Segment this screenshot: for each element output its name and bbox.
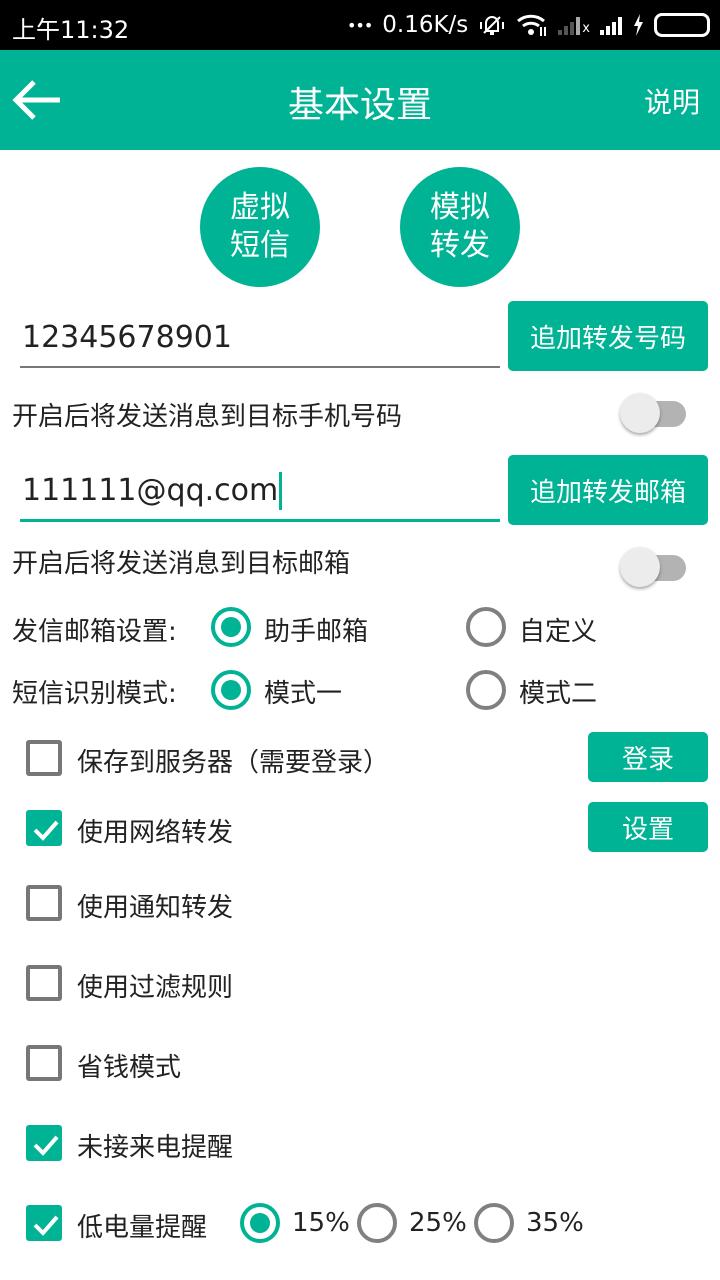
text-caret [279,471,283,510]
virtual-sms-line1: 虚拟 [230,190,290,225]
checkbox-save-money-mode[interactable] [26,1045,62,1081]
radio-battery-35[interactable] [474,1203,514,1243]
simulate-forward-button[interactable]: 模拟 转发 [400,167,520,287]
phone-number-value: 12345678901 [22,319,232,355]
radio-mode-one[interactable] [211,670,251,710]
status-time: 上午11:32 [12,16,130,44]
add-forward-number-button[interactable]: 追加转发号码 [508,301,708,371]
login-button[interactable]: 登录 [588,732,708,782]
radio-battery-25[interactable] [357,1203,397,1243]
net-speed: 0.16K/s [382,12,469,38]
network-forward-label: 使用网络转发 [77,818,234,848]
radio-battery-15-label: 15% [292,1208,350,1238]
checkbox-missed-call-alert[interactable] [26,1125,62,1161]
wifi-icon [516,12,548,38]
add-forward-email-button[interactable]: 追加转发邮箱 [508,455,708,525]
missed-call-alert-label: 未接来电提醒 [77,1133,234,1163]
checkbox-notification-forward[interactable] [26,885,62,921]
radio-mode-one-label: 模式一 [264,679,343,709]
phone-number-input[interactable]: 12345678901 [20,308,500,368]
battery-icon [654,13,710,37]
signal-off-icon: x [558,15,590,35]
checkbox-save-to-server[interactable] [26,740,62,776]
charging-icon [632,13,644,37]
sms-mode-label: 短信识别模式: [12,679,177,709]
app-bar: 基本设置 说明 [0,50,720,150]
status-bar: 上午11:32 ••• 0.16K/s x [0,0,720,50]
toggle-thumb [620,393,660,433]
network-settings-button[interactable]: 设置 [588,802,708,852]
save-to-server-label: 保存到服务器（需要登录） [77,748,390,778]
checkbox-low-battery-alert[interactable] [26,1205,62,1241]
email-input[interactable]: 111111@qq.com [20,462,500,522]
radio-battery-25-label: 25% [409,1208,467,1238]
virtual-sms-button[interactable]: 虚拟 短信 [200,167,320,287]
checkbox-network-forward[interactable] [26,810,62,846]
help-button[interactable]: 说明 [644,81,700,121]
simulate-forward-line1: 模拟 [430,190,490,225]
email-value: 111111@qq.com [22,473,279,508]
email-toggle-label: 开启后将发送消息到目标邮箱 [12,549,351,579]
radio-custom-mailbox[interactable] [466,607,506,647]
radio-battery-35-label: 35% [526,1208,584,1238]
checkbox-filter-rules[interactable] [26,965,62,1001]
low-battery-alert-label: 低电量提醒 [77,1213,208,1243]
signal-icon [600,15,622,35]
notification-forward-label: 使用通知转发 [77,893,234,923]
radio-assistant-mailbox-label: 助手邮箱 [264,617,369,647]
sender-mailbox-label: 发信邮箱设置: [12,617,177,647]
phone-toggle-label: 开启后将发送消息到目标手机号码 [12,402,403,432]
mute-vibrate-icon [478,11,506,39]
radio-battery-15[interactable] [240,1203,280,1243]
check-icon [33,1135,59,1156]
activity-dots: ••• [346,15,373,35]
save-money-mode-label: 省钱模式 [77,1053,182,1083]
phone-forward-toggle[interactable] [620,391,690,437]
page-title: 基本设置 [287,85,432,126]
filter-rules-label: 使用过滤规则 [77,973,234,1003]
radio-custom-mailbox-label: 自定义 [519,617,598,647]
check-icon [33,820,59,841]
check-icon [33,1215,59,1236]
toggle-thumb [620,547,660,587]
radio-mode-two[interactable] [466,670,506,710]
simulate-forward-line2: 转发 [430,228,490,263]
radio-assistant-mailbox[interactable] [211,607,251,647]
radio-mode-two-label: 模式二 [519,679,598,709]
email-forward-toggle[interactable] [620,545,690,591]
virtual-sms-line2: 短信 [230,228,290,263]
